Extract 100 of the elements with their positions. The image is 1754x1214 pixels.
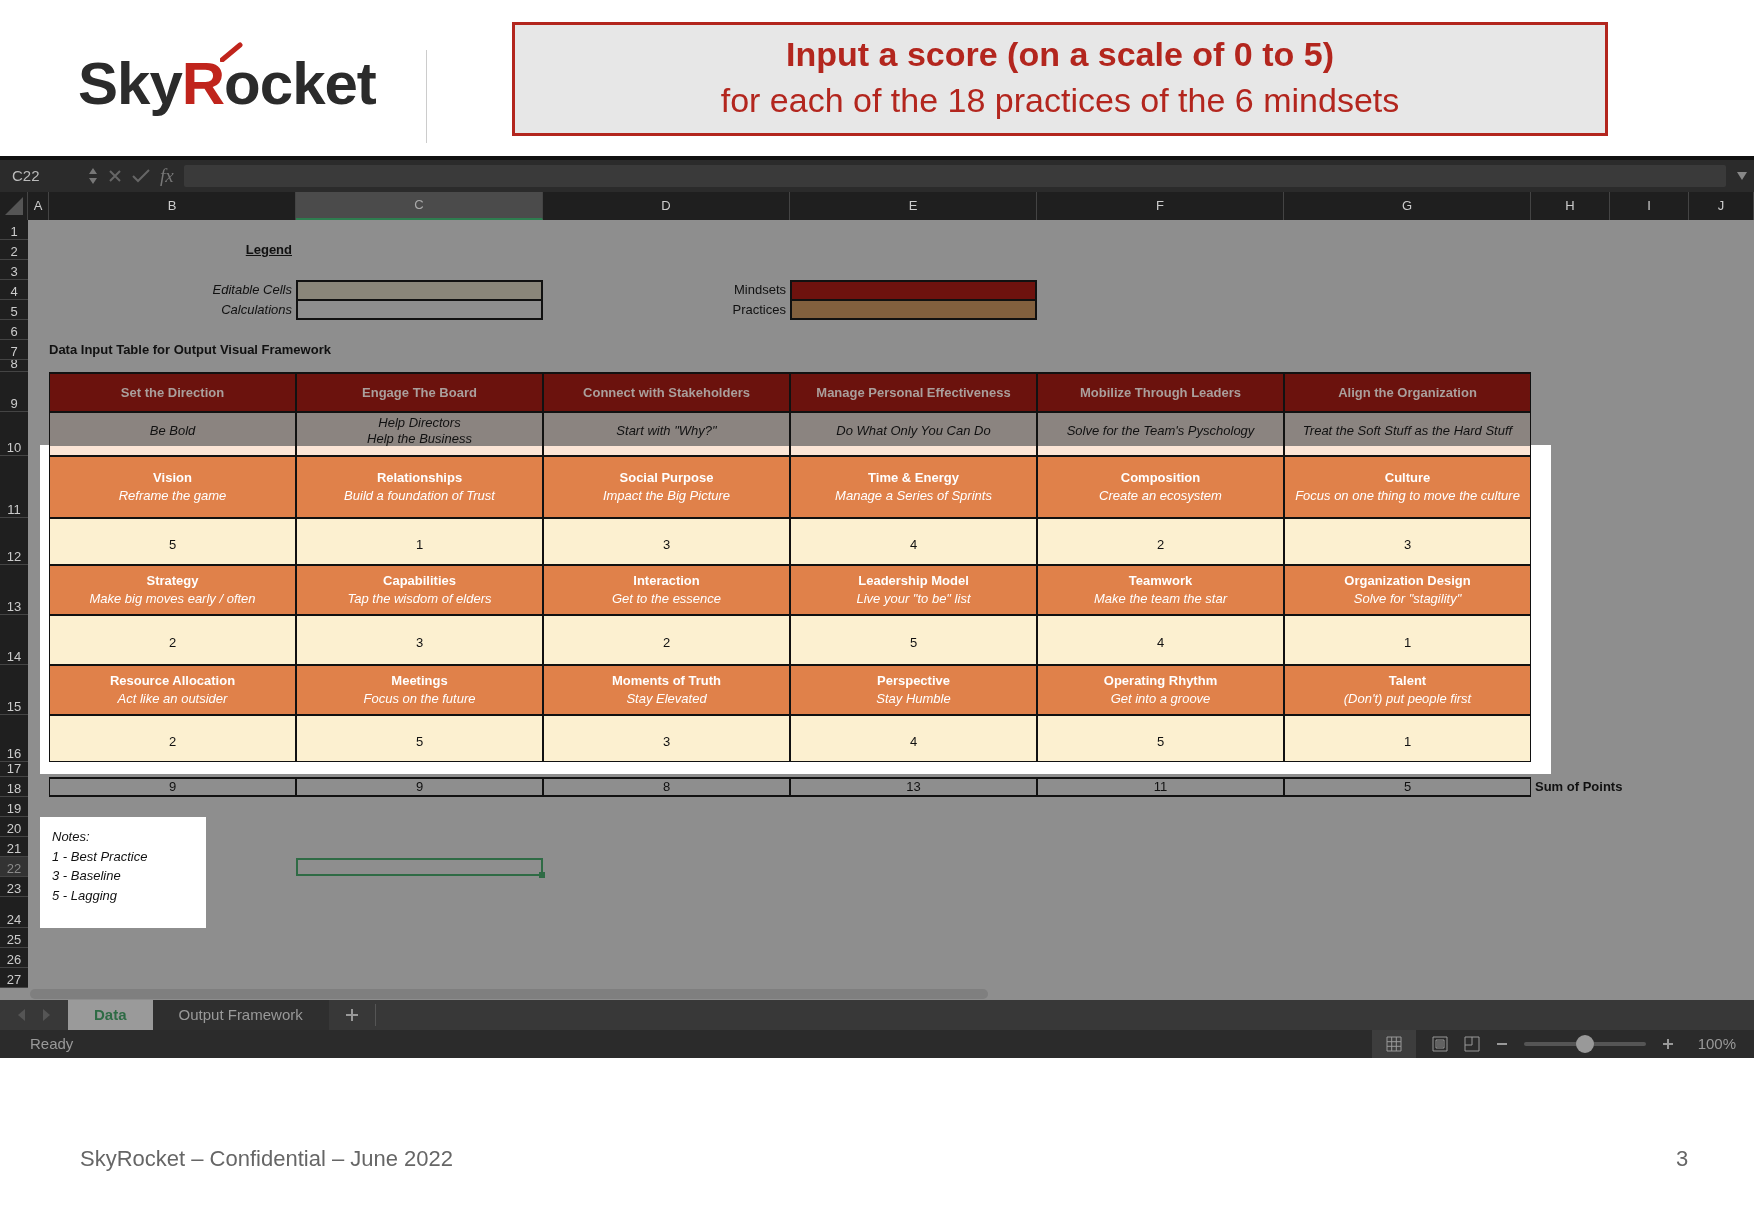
practice-cell: Resource Allocation Act like an outsider (49, 665, 296, 715)
sheet-tab[interactable]: Output Framework (152, 1000, 329, 1030)
row-header[interactable]: 25 (0, 928, 28, 948)
score-cell[interactable]: 3 (1284, 518, 1531, 565)
mindset-cell: Engage The Board (296, 372, 543, 412)
score-cell[interactable]: 2 (49, 615, 296, 665)
row-header[interactable]: 27 (0, 968, 28, 988)
row-header[interactable]: 17 (0, 762, 28, 777)
row-header[interactable]: 2 (0, 240, 28, 260)
mindset-cell: Set the Direction (49, 372, 296, 412)
row-header[interactable]: 23 (0, 877, 28, 897)
score-cell[interactable]: 2 (543, 615, 790, 665)
selected-cell[interactable] (296, 858, 543, 876)
column-header[interactable]: I (1610, 192, 1689, 220)
zoom-in-icon[interactable] (1661, 1038, 1674, 1050)
logo: SkyRocket (78, 40, 376, 114)
row-header[interactable]: 21 (0, 837, 28, 857)
column-header[interactable]: G (1284, 192, 1531, 220)
mindset-cell: Connect with Stakeholders (543, 372, 790, 412)
zoom-slider-thumb[interactable] (1575, 1035, 1594, 1053)
row-header[interactable]: 5 (0, 300, 28, 320)
row-header[interactable]: 6 (0, 320, 28, 340)
add-sheet-icon[interactable] (344, 1008, 359, 1022)
column-header[interactable]: E (790, 192, 1037, 220)
score-cell[interactable]: 4 (790, 715, 1037, 762)
practice-cell: Teamwork Make the team the star (1037, 565, 1284, 615)
footer-text: SkyRocket – Confidential – June 2022 (80, 1146, 453, 1171)
row-header[interactable]: 10 (0, 412, 28, 456)
page-layout-icon[interactable] (1431, 1036, 1448, 1052)
legend-label: Editable Cells (212, 281, 292, 300)
score-cell[interactable]: 3 (543, 715, 790, 762)
row-header[interactable]: 13 (0, 565, 28, 615)
status-text: Ready (30, 1033, 74, 1054)
score-cell[interactable]: 5 (1037, 715, 1284, 762)
row-header[interactable]: 7 (0, 340, 28, 360)
row-header[interactable]: 1 (0, 220, 28, 240)
score-cell[interactable]: 1 (296, 518, 543, 565)
practice-cell: Relationships Build a foundation of Trust (296, 456, 543, 518)
row-header[interactable]: 19 (0, 797, 28, 817)
row-header[interactable]: 3 (0, 260, 28, 280)
row-header[interactable]: 12 (0, 518, 28, 565)
score-cell[interactable]: 5 (790, 615, 1037, 665)
notes-box: Notes: 1 - Best Practice 3 - Baseline 5 - Lagging (40, 817, 206, 928)
page-break-icon[interactable] (1463, 1036, 1480, 1052)
row-header[interactable]: 22 (0, 857, 28, 877)
score-cell[interactable]: 3 (296, 615, 543, 665)
row-header[interactable]: 16 (0, 715, 28, 762)
row-header[interactable]: 14 (0, 615, 28, 665)
sum-cell: 8 (543, 777, 790, 797)
column-header[interactable]: J (1689, 192, 1754, 220)
column-header[interactable]: A (28, 192, 49, 220)
practice-cell: Leadership Model Live your "to be" list (790, 565, 1037, 615)
sum-label: Sum of Points (1535, 778, 1623, 797)
score-cell[interactable]: 5 (296, 715, 543, 762)
practice-cell: Meetings Focus on the future (296, 665, 543, 715)
score-cell[interactable]: 1 (1284, 715, 1531, 762)
instruction-banner: Input a score (on a scale of 0 to 5) for each of the 18 practices of the 6 mindsets (512, 22, 1608, 136)
row-header[interactable]: 26 (0, 948, 28, 968)
row-header[interactable]: 15 (0, 665, 28, 715)
horizontal-scrollbar[interactable] (30, 989, 988, 999)
motto-cell: Treat the Soft Stuff as the Hard Stuff (1284, 412, 1531, 456)
column-header[interactable]: F (1037, 192, 1284, 220)
practice-cell: Vision Reframe the game (49, 456, 296, 518)
dropdown-icon[interactable] (1736, 171, 1748, 181)
score-cell[interactable]: 5 (49, 518, 296, 565)
row-header[interactable]: 24 (0, 897, 28, 928)
column-header[interactable]: B (49, 192, 296, 220)
column-header[interactable]: H (1531, 192, 1610, 220)
row-header[interactable]: 18 (0, 777, 28, 797)
column-header[interactable]: C (296, 192, 543, 220)
name-box[interactable]: C22 (6, 164, 98, 188)
score-cell[interactable]: 2 (1037, 518, 1284, 565)
score-cell[interactable]: 4 (1037, 615, 1284, 665)
sum-cell: 5 (1284, 777, 1531, 797)
motto-cell: Be Bold (49, 412, 296, 456)
practice-cell: Perspective Stay Humble (790, 665, 1037, 715)
page-number: 3 (1676, 1145, 1689, 1173)
cancel-icon[interactable] (108, 169, 122, 183)
practice-cell: Interaction Get to the essence (543, 565, 790, 615)
practice-cell: Strategy Make big moves early / often (49, 565, 296, 615)
zoom-level: 100% (1697, 1033, 1736, 1054)
score-cell[interactable]: 4 (790, 518, 1037, 565)
select-all-icon[interactable] (4, 197, 23, 215)
practice-cell: Capabilities Tap the wisdom of elders (296, 565, 543, 615)
motto-cell: Solve for the Team's Pyschology (1037, 412, 1284, 456)
column-header[interactable]: D (543, 192, 790, 220)
row-header[interactable]: 20 (0, 817, 28, 837)
row-header[interactable]: 11 (0, 456, 28, 518)
score-cell[interactable]: 3 (543, 518, 790, 565)
check-icon[interactable] (132, 169, 150, 183)
row-header[interactable]: 4 (0, 280, 28, 300)
score-cell[interactable]: 2 (49, 715, 296, 762)
score-cell[interactable]: 1 (1284, 615, 1531, 665)
grid-view-icon[interactable] (1385, 1036, 1402, 1052)
mindset-cell: Mobilize Through Leaders (1037, 372, 1284, 412)
sum-cell: 11 (1037, 777, 1284, 797)
legend-label: Mindsets (733, 281, 786, 300)
mindset-cell: Manage Personal Effectiveness (790, 372, 1037, 412)
row-header[interactable]: 9 (0, 372, 28, 412)
mindset-cell: Align the Organization (1284, 372, 1531, 412)
